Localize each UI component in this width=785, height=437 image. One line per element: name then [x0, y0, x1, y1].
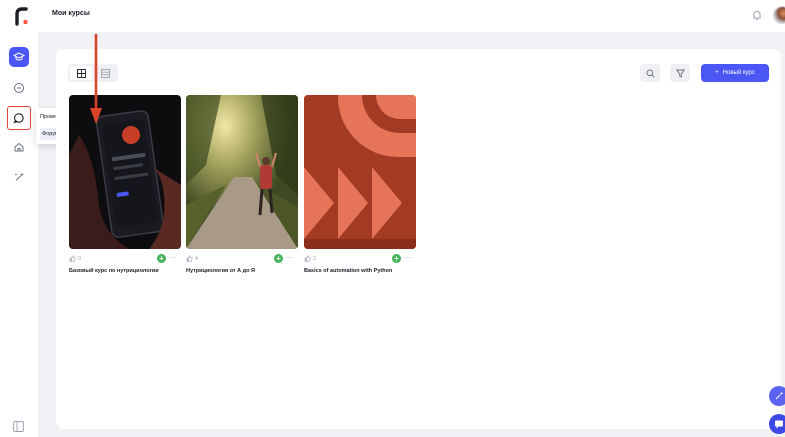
grid-icon — [76, 68, 86, 78]
course-title[interactable]: Базовый курс по нутрициологии — [69, 268, 181, 275]
search-icon — [646, 69, 655, 78]
sidebar — [0, 32, 38, 437]
filter-button[interactable] — [670, 64, 690, 82]
home-icon — [14, 142, 24, 152]
plus-icon: + — [715, 70, 719, 76]
new-course-label: Новый курс — [722, 70, 755, 76]
sidebar-item-chat[interactable] — [7, 106, 31, 130]
annotation-arrow-icon — [90, 34, 102, 124]
sidebar-item-ai[interactable] — [9, 167, 29, 187]
add-button[interactable]: + — [392, 254, 401, 263]
course-cover-image — [186, 95, 298, 249]
likes-count: 2 — [304, 255, 316, 262]
app-logo-icon[interactable] — [12, 6, 32, 26]
thumbs-up-icon — [69, 255, 76, 262]
course-card[interactable]: 4 + — Нутрициология от А до Я — [186, 95, 298, 274]
sidebar-item-home[interactable] — [9, 137, 29, 157]
message-icon — [775, 420, 783, 429]
check-circle-icon — [14, 83, 24, 93]
more-button[interactable]: — — [170, 255, 176, 261]
ai-assistant-button[interactable] — [769, 386, 785, 406]
course-meta: 2 + — — [304, 254, 416, 265]
page-title: Мои курсы — [52, 10, 90, 17]
likes-count: 4 — [186, 255, 198, 262]
thumbs-up-icon — [304, 255, 311, 262]
chat-bubble-icon — [13, 113, 24, 124]
course-cover-image — [69, 95, 181, 249]
add-button[interactable]: + — [157, 254, 166, 263]
course-card[interactable]: 0 + — Базовый курс по нутрициологии — [69, 95, 181, 274]
graduation-cap-icon — [13, 52, 25, 61]
likes-count: 0 — [69, 255, 81, 262]
course-card[interactable]: 2 + — Basics of automation with Python — [304, 95, 416, 274]
collapse-sidebar-icon[interactable] — [13, 421, 24, 432]
sparkle-icon — [775, 391, 784, 400]
bell-icon[interactable] — [750, 8, 764, 22]
filter-icon — [675, 69, 685, 78]
course-meta: 0 + — — [69, 254, 181, 265]
search-button[interactable] — [640, 64, 660, 82]
course-title[interactable]: Basics of automation with Python — [304, 268, 416, 275]
top-bar: Мои курсы — [0, 0, 785, 32]
sidebar-item-checklist[interactable] — [9, 78, 29, 98]
more-button[interactable]: — — [405, 255, 411, 261]
more-button[interactable]: — — [287, 255, 293, 261]
sidebar-item-courses[interactable] — [9, 47, 29, 67]
new-course-button[interactable]: + Новый курс — [701, 64, 769, 82]
avatar[interactable] — [773, 6, 785, 24]
course-cover-image — [304, 95, 416, 249]
add-button[interactable]: + — [274, 254, 283, 263]
chat-support-button[interactable] — [769, 414, 785, 434]
thumbs-up-icon — [186, 255, 193, 262]
sparkle-wand-icon — [14, 172, 24, 181]
course-title[interactable]: Нутрициология от А до Я — [186, 268, 298, 275]
course-meta: 4 + — — [186, 254, 298, 265]
